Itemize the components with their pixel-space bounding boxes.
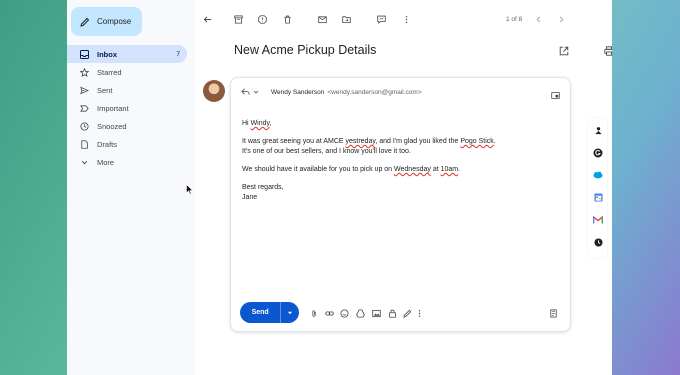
misspelled-word[interactable]: Pogo Stick (460, 138, 493, 145)
sidebar-item-important[interactable]: Important (67, 99, 187, 117)
paragraph-1: It was great seeing you at AMCE yestreda… (242, 137, 562, 157)
recipient-email: <wendy.sanderson@gmail.com> (327, 89, 422, 96)
message-view: 1 of 8 New Acme Pickup Details Wendy San… (195, 0, 612, 375)
body-text: . (458, 166, 461, 173)
open-in-new-icon[interactable] (558, 45, 569, 56)
message-toolbar: 1 of 8 (195, 10, 612, 30)
person-add-icon[interactable] (593, 125, 603, 135)
reply-icon[interactable] (241, 87, 250, 98)
chevron-down-icon[interactable] (253, 89, 259, 97)
reply-body[interactable]: Hi Windy, It was great seeing you at AMC… (242, 119, 562, 211)
sender-avatar (203, 80, 225, 102)
sidebar: Compose Inbox 7 Starred Sent Important S… (67, 0, 193, 375)
sidebar-item-inbox[interactable]: Inbox 7 (67, 45, 187, 63)
sidebar-item-label: Snoozed (97, 121, 127, 131)
back-arrow-icon[interactable] (202, 14, 213, 25)
calendar-icon[interactable] (593, 192, 603, 202)
recipient-name: Wendy Sanderson (271, 89, 325, 96)
report-spam-icon[interactable] (257, 14, 268, 25)
more-vert-icon[interactable] (401, 14, 412, 25)
misspelled-word[interactable]: Wednesday (394, 166, 431, 173)
salesforce-icon[interactable] (593, 170, 603, 180)
signature-pen-icon[interactable] (403, 309, 412, 318)
compose-label: Compose (97, 17, 132, 26)
confidential-mode-icon[interactable] (388, 309, 397, 318)
draft-icon (79, 139, 89, 149)
clock-icon (79, 121, 89, 131)
reply-header: Wendy Sanderson <wendy.sanderson@gmail.c… (241, 87, 422, 98)
attach-icon[interactable] (309, 309, 318, 318)
sidebar-item-more[interactable]: More (67, 153, 187, 171)
pop-out-icon[interactable] (551, 87, 560, 105)
grammarly-icon[interactable] (593, 148, 603, 158)
sidebar-item-starred[interactable]: Starred (67, 63, 187, 81)
move-to-folder-icon[interactable] (341, 14, 352, 25)
unread-count: 7 (176, 50, 180, 58)
compose-button[interactable]: Compose (71, 7, 142, 36)
misspelled-word[interactable]: Windy (251, 120, 270, 127)
side-panel-apps (588, 118, 607, 258)
signoff-text: Best regards, (242, 184, 284, 191)
misspelled-word[interactable]: 10am (441, 166, 459, 173)
sidebar-item-sent[interactable]: Sent (67, 81, 187, 99)
reply-composer: Wendy Sanderson <wendy.sanderson@gmail.c… (230, 77, 571, 332)
chevron-left-icon[interactable] (533, 14, 544, 25)
insert-link-icon[interactable] (325, 309, 334, 318)
sidebar-item-label: More (97, 157, 115, 167)
more-options-icon[interactable] (415, 309, 424, 318)
label-icon[interactable] (376, 14, 387, 25)
sidebar-item-label: Starred (97, 67, 122, 77)
signature-text: Jane (242, 194, 258, 201)
inbox-icon (79, 49, 89, 59)
sidebar-item-drafts[interactable]: Drafts (67, 135, 187, 153)
body-text: , and I'm glad you liked the (375, 138, 461, 145)
greeting-text: , (269, 120, 272, 127)
send-options-icon[interactable] (280, 302, 299, 323)
greeting-line: Hi Windy, (242, 119, 562, 129)
greeting-text: Hi (242, 120, 251, 127)
archive-icon[interactable] (233, 14, 244, 25)
send-label: Send (251, 309, 269, 316)
gmail-icon[interactable] (593, 215, 603, 225)
sidebar-item-label: Drafts (97, 139, 118, 149)
chevron-right-icon[interactable] (556, 14, 567, 25)
pencil-icon (80, 17, 90, 27)
send-icon (79, 85, 89, 95)
sidebar-item-label: Important (97, 103, 129, 113)
body-text: It was great seeing you at AMCE (242, 138, 346, 145)
gmail-window: Compose Inbox 7 Starred Sent Important S… (67, 0, 612, 375)
misspelled-word[interactable]: yestreday (346, 138, 376, 145)
send-button[interactable]: Send (240, 302, 299, 323)
delete-icon[interactable] (282, 14, 293, 25)
mouse-cursor-icon (186, 184, 194, 195)
clock-app-icon[interactable] (593, 237, 603, 247)
star-icon (79, 67, 89, 77)
emoji-icon[interactable] (340, 309, 349, 318)
important-icon (79, 103, 89, 113)
sidebar-item-label: Inbox (97, 49, 117, 59)
body-text: It's one of our best sellers, and I know… (242, 148, 411, 155)
body-text: . (493, 138, 496, 145)
email-subject: New Acme Pickup Details (234, 43, 377, 57)
print-icon[interactable] (603, 45, 612, 56)
discard-draft-icon[interactable] (549, 309, 558, 318)
pagination-text: 1 of 8 (506, 16, 523, 23)
chevron-down-icon (79, 157, 89, 167)
sidebar-item-snoozed[interactable]: Snoozed (67, 117, 187, 135)
mark-unread-icon[interactable] (317, 14, 328, 25)
sidebar-item-label: Sent (97, 85, 113, 95)
body-text: We should have it available for you to p… (242, 166, 395, 173)
body-text: at (430, 166, 441, 173)
closing: Best regards, Jane (242, 183, 562, 203)
sidebar-nav: Inbox 7 Starred Sent Important Snoozed D… (67, 45, 187, 171)
drive-icon[interactable] (356, 309, 365, 318)
insert-photo-icon[interactable] (372, 309, 381, 318)
paragraph-2: We should have it available for you to p… (242, 165, 562, 175)
